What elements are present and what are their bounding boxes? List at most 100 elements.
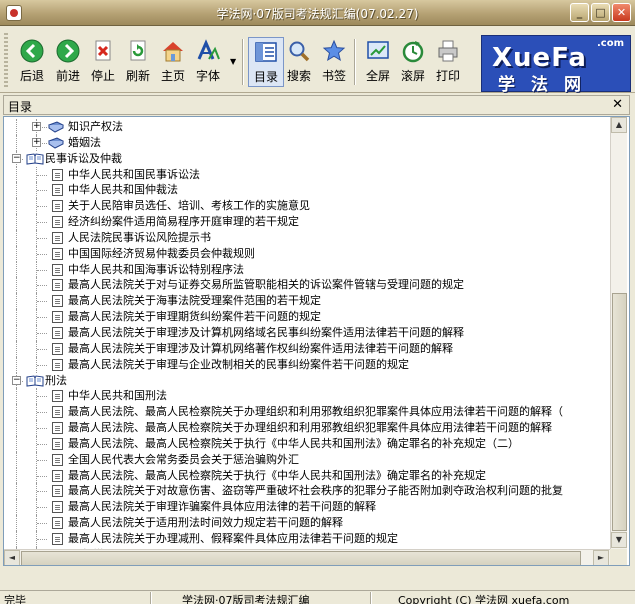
tree-guide-line xyxy=(16,530,17,547)
expand-toggle[interactable]: + xyxy=(32,137,41,147)
tree-item-document[interactable]: 关于人民陪审员选任、培训、考核工作的实施意见 xyxy=(4,198,610,215)
tree-guide-line xyxy=(16,356,17,373)
scroll-down-button[interactable]: ▼ xyxy=(611,532,627,548)
horizontal-scrollbar[interactable]: ◄ ► xyxy=(4,549,610,565)
font-button[interactable]: 字体 xyxy=(190,37,226,87)
tree-guide-line xyxy=(37,237,47,239)
search-button[interactable]: 搜索 xyxy=(281,37,317,87)
tree-item-document[interactable]: 最高人民法院、最高人民检察院关于执行《中华人民共和国刑法》确定罪名的补充规定（二… xyxy=(4,435,610,452)
document-icon xyxy=(52,501,63,514)
tree-item-label: 最高人民法院关于审理涉及计算机网络著作权纠纷案件适用法律若干问题的解释 xyxy=(68,341,453,355)
search-icon xyxy=(289,41,310,62)
tree-guide-line xyxy=(16,134,17,151)
collapse-toggle[interactable]: − xyxy=(12,375,21,385)
contents-button[interactable]: 目录 xyxy=(248,37,284,87)
window-title: 学法网·07版司考法规汇编(07.02.27) xyxy=(216,7,419,21)
document-icon xyxy=(52,390,63,403)
document-icon xyxy=(52,200,63,213)
status-copyright: Copyright (C) 学法网 xuefa.com xyxy=(398,594,570,604)
back-button[interactable]: 后退 xyxy=(14,37,50,87)
pane-close-button[interactable]: ✕ xyxy=(612,97,623,112)
tree-guide-line xyxy=(16,166,17,183)
document-icon xyxy=(52,168,63,181)
forward-button[interactable]: 前进 xyxy=(50,37,86,87)
maximize-button[interactable]: □ xyxy=(591,3,610,22)
font-dropdown-arrow[interactable]: ▼ xyxy=(230,57,236,66)
tree-item-category[interactable]: − 民事诉讼及仲裁 xyxy=(4,150,610,167)
tree-item-label: 最高人民法院、最高人民检察院关于办理组织和利用邪教组织犯罪案件具体应用法律若干问… xyxy=(68,421,552,435)
tree-item-document[interactable]: 中华人民共和国海事诉讼特别程序法 xyxy=(4,261,610,278)
tree-guide-line xyxy=(37,538,47,540)
tree-item-document[interactable]: 最高人民法院关于审理诈骗案件具体应用法律的若干问题的解释 xyxy=(4,499,610,516)
tree-guide-line xyxy=(16,404,17,421)
tree-guide-line xyxy=(16,435,17,452)
expand-toggle[interactable]: + xyxy=(32,122,41,131)
document-icon xyxy=(52,326,63,339)
tree-item-label: 最高人民法院关于对故意伤害、盗窃等严重破坏社会秩序的犯罪分子能否附加剥夺政治权利… xyxy=(68,484,563,498)
autoscroll-button[interactable]: 滚屏 xyxy=(395,37,431,87)
tree-item-document[interactable]: 最高人民法院关于海事法院受理案件范围的若干规定 xyxy=(4,293,610,310)
home-button[interactable]: 主页 xyxy=(155,37,191,87)
title-bar[interactable]: 学法网·07版司考法规汇编(07.02.27) _ □ ✕ xyxy=(0,0,635,26)
horizontal-scroll-thumb[interactable] xyxy=(21,551,581,565)
tree-item-document[interactable]: 最高人民法院关于审理与企业改制相关的民事纠纷案件若干问题的规定 xyxy=(4,356,610,373)
toolbar: 后退 前进 停止 刷新 主页 字体 ▼ 目录 搜索 书签 全屏 滚屏 打印 .c… xyxy=(0,27,635,95)
scroll-up-button[interactable]: ▲ xyxy=(611,117,627,133)
tree-item-label: 婚姻法 xyxy=(68,135,101,149)
tree-item-document[interactable]: 经济纠纷案件适用简易程序开庭审理的若干规定 xyxy=(4,214,610,230)
tree-guide-line xyxy=(37,206,47,208)
contents-icon xyxy=(255,42,277,62)
pane-title: 目录 xyxy=(8,100,33,114)
tree-item-label: 最高人民法院关于审理涉及计算机网络域名民事纠纷案件适用法律若干问题的解释 xyxy=(68,325,464,339)
tree-item-category[interactable]: + 婚姻法 xyxy=(4,134,610,151)
forward-label: 前进 xyxy=(55,69,80,83)
tree-guide-line xyxy=(37,459,47,461)
scroll-right-button[interactable]: ► xyxy=(593,550,609,565)
tree-guide-line xyxy=(16,293,17,310)
tree-item-document[interactable]: 中国国际经济贸易仲裁委员会仲裁规则 xyxy=(4,245,610,262)
toolbar-grip[interactable] xyxy=(4,33,8,87)
scroll-left-button[interactable]: ◄ xyxy=(4,550,20,565)
tree-item-document[interactable]: 最高人民法院、最高人民检察院关于执行《中华人民共和国刑法》确定罪名的补充规定 xyxy=(4,467,610,484)
tree-item-document[interactable]: 最高人民法院、最高人民检察院关于办理组织和利用邪教组织犯罪案件具体应用法律若干问… xyxy=(4,420,610,436)
tree-item-document[interactable]: 最高人民法院、最高人民检察院关于办理组织和利用邪教组织犯罪案件具体应用法律若干问… xyxy=(4,404,610,421)
tree-item-document[interactable]: 中华人民共和国民事诉讼法 xyxy=(4,166,610,183)
fullscreen-button[interactable]: 全屏 xyxy=(360,37,396,87)
tree-item-document[interactable]: 最高人民法院关于审理期货纠纷案件若干问题的规定 xyxy=(4,309,610,325)
tree-guide-line xyxy=(16,483,17,500)
refresh-button[interactable]: 刷新 xyxy=(120,37,156,87)
tree-item-label: 最高人民法院、最高人民检察院关于执行《中华人民共和国刑法》确定罪名的补充规定（二… xyxy=(68,436,519,450)
tree-item-document[interactable]: 最高人民法院关于审理涉及计算机网络域名民事纠纷案件适用法律若干问题的解释 xyxy=(4,324,610,341)
vertical-scrollbar[interactable]: ▲ ▼ xyxy=(610,117,627,549)
print-button[interactable]: 打印 xyxy=(430,37,466,87)
status-text: 完毕 xyxy=(4,594,26,604)
document-icon xyxy=(52,295,63,308)
bookmark-button[interactable]: 书签 xyxy=(316,37,352,87)
status-divider xyxy=(370,592,372,604)
tree-item-category[interactable]: − 刑法 xyxy=(4,372,610,389)
tree-item-document[interactable]: 人民法院民事诉讼风险提示书 xyxy=(4,229,610,246)
tree-item-label: 中华人民共和国仲裁法 xyxy=(68,183,178,197)
tree-item-document[interactable]: 全国人民代表大会常务委员会关于惩治骗购外汇 xyxy=(4,451,610,468)
tree-item-document[interactable]: 中华人民共和国仲裁法 xyxy=(4,182,610,199)
autoscroll-icon xyxy=(402,41,424,63)
tree-guide-line xyxy=(16,182,17,199)
tree-item-document[interactable]: 最高人民法院关于对故意伤害、盗窃等严重破坏社会秩序的犯罪分子能否附加剥夺政治权利… xyxy=(4,483,610,500)
tree-item-label: 最高人民法院关于适用刑法时间效力规定若干问题的解释 xyxy=(68,516,343,530)
document-icon xyxy=(52,342,63,355)
document-icon xyxy=(52,485,63,498)
collapse-toggle[interactable]: − xyxy=(12,153,21,163)
tree-guide-line xyxy=(16,515,17,531)
close-button[interactable]: ✕ xyxy=(612,3,631,22)
tree-item-document[interactable]: 中华人民共和国刑法 xyxy=(4,388,610,405)
tree-item-document[interactable]: 最高人民法院关于审理涉及计算机网络著作权纠纷案件适用法律若干问题的解释 xyxy=(4,340,610,357)
tree-item-document[interactable]: 最高人民法院关于适用刑法时间效力规定若干问题的解释 xyxy=(4,515,610,531)
tree-item-document[interactable]: 最高人民法院关于办理减刑、假释案件具体应用法律若干问题的规定 xyxy=(4,530,610,547)
tree-item-category[interactable]: + 知识产权法 xyxy=(4,119,610,135)
document-icon xyxy=(52,517,63,530)
stop-button[interactable]: 停止 xyxy=(85,37,121,87)
tree-guide-line xyxy=(37,222,47,224)
minimize-button[interactable]: _ xyxy=(570,3,589,22)
tree-item-document[interactable]: 最高人民法院关于对与证券交易所监管职能相关的诉讼案件管辖与受理问题的规定 xyxy=(4,277,610,294)
vertical-scroll-thumb[interactable] xyxy=(612,293,627,531)
